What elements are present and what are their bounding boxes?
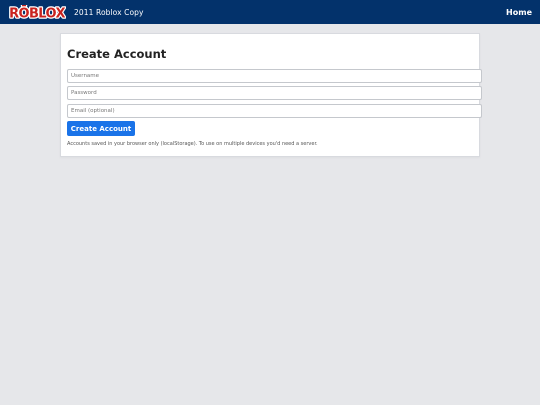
page-title: Create Account [67, 47, 167, 61]
username-input[interactable] [67, 69, 482, 83]
top-navigation-bar: RŌBLOX RŌBLOX 2011 Roblox Copy Home [0, 0, 540, 24]
site-title: 2011 Roblox Copy [74, 7, 144, 17]
password-input[interactable] [67, 86, 482, 100]
svg-text:RŌBLOX: RŌBLOX [9, 5, 65, 20]
home-link[interactable]: Home [506, 8, 532, 17]
create-account-button[interactable]: Create Account [67, 121, 135, 136]
roblox-logo[interactable]: RŌBLOX RŌBLOX [8, 5, 66, 20]
email-input[interactable] [67, 104, 482, 118]
storage-note: Accounts saved in your browser only (loc… [67, 141, 318, 147]
create-account-card: Create Account Create Account Accounts s… [60, 33, 482, 157]
roblox-logo-image: RŌBLOX RŌBLOX [8, 5, 66, 20]
